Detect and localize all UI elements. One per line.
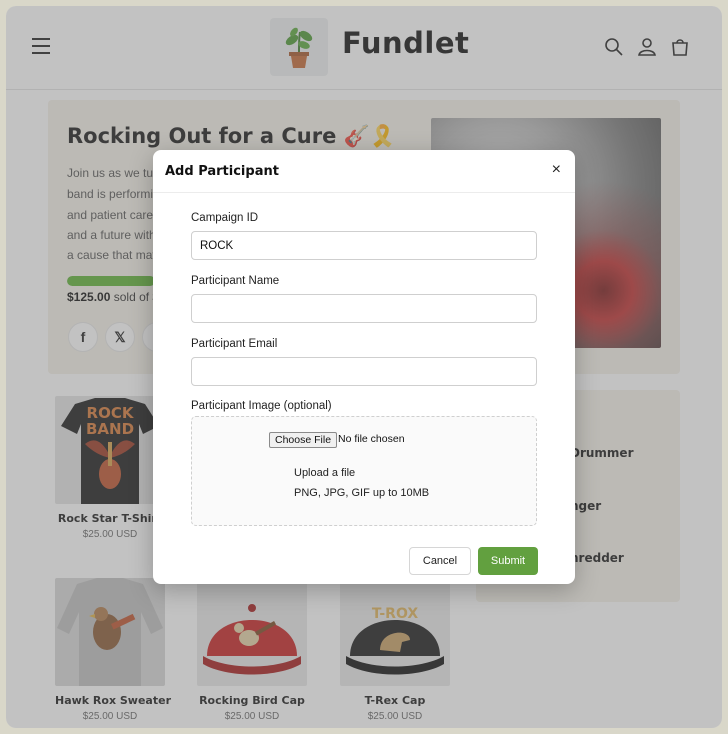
upload-hint: PNG, JPG, GIF up to 10MB	[294, 487, 430, 499]
participant-name-field[interactable]	[191, 294, 537, 323]
upload-text: Upload a file	[294, 467, 356, 479]
file-status: No file chosen	[338, 433, 405, 445]
participant-email-label: Participant Email	[191, 338, 278, 350]
submit-button[interactable]: Submit	[478, 547, 538, 575]
participant-name-label: Participant Name	[191, 275, 280, 287]
dialog-divider	[153, 192, 575, 193]
campaign-id-label: Campaign ID	[191, 212, 259, 224]
dialog-title: Add Participant	[165, 164, 279, 179]
participant-email-field[interactable]	[191, 357, 537, 386]
close-icon[interactable]: ×	[552, 162, 561, 178]
choose-file-button[interactable]: Choose File	[269, 432, 338, 448]
participant-image-label: Participant Image (optional)	[191, 400, 332, 412]
add-participant-dialog: Add Participant × Campaign ID Participan…	[153, 150, 575, 584]
campaign-id-field[interactable]	[191, 231, 537, 260]
cancel-button[interactable]: Cancel	[409, 547, 471, 575]
image-dropzone[interactable]: Choose File No file chosen Upload a file…	[191, 416, 537, 526]
app-window: Fundlet Rocking Out for a Cure 🎸🎗️ Join …	[6, 6, 722, 728]
